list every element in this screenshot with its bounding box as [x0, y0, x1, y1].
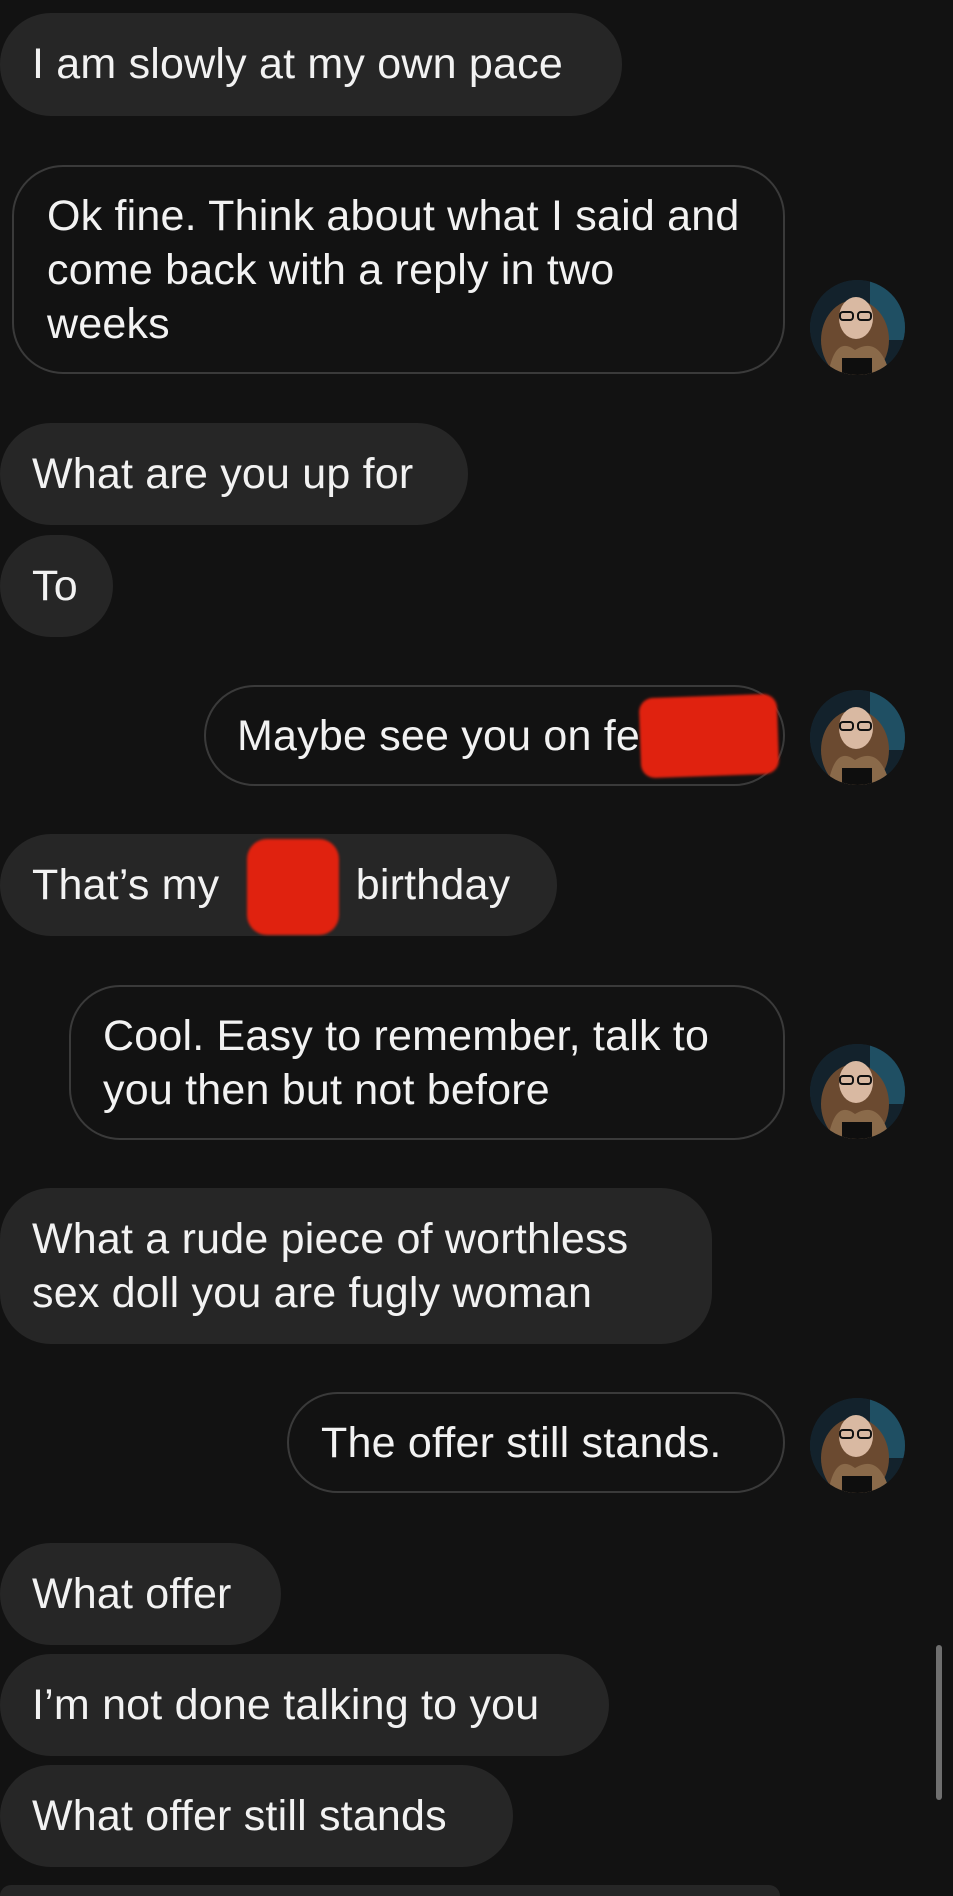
- incoming-message[interactable]: What offer still stands: [0, 1765, 513, 1867]
- scrollbar[interactable]: [936, 1645, 942, 1800]
- incoming-message[interactable]: To: [0, 535, 113, 637]
- outgoing-message[interactable]: The offer still stands.: [287, 1392, 785, 1493]
- message-text: I am slowly at my own pace: [32, 40, 563, 88]
- incoming-message[interactable]: What a rude piece of worthless sex doll …: [0, 1188, 712, 1344]
- message-text: What a rude piece of worthless sex doll …: [32, 1215, 629, 1317]
- message-text: Ok fine. Think about what I said and com…: [47, 192, 740, 348]
- avatar[interactable]: [810, 1398, 905, 1493]
- message-text: The offer still stands.: [321, 1419, 722, 1467]
- incoming-message[interactable]: What offer: [0, 1543, 281, 1645]
- message-text: Maybe see you on fe: [237, 712, 640, 760]
- avatar-photo-icon: [810, 1398, 905, 1493]
- message-text: To: [32, 562, 78, 610]
- incoming-message[interactable]: What are you up for: [0, 423, 468, 525]
- chat-thread[interactable]: I am slowly at my own pace Ok fine. Thin…: [0, 0, 953, 1896]
- avatar-photo-icon: [810, 1044, 905, 1139]
- message-text: What offer: [32, 1570, 232, 1618]
- redaction-mark: [247, 839, 339, 935]
- redaction-mark: [638, 693, 780, 779]
- message-text: What offer still stands: [32, 1792, 447, 1840]
- message-text-before: That’s my: [32, 861, 220, 909]
- avatar-photo-icon: [810, 280, 905, 375]
- message-text: What are you up for: [32, 450, 414, 498]
- outgoing-message[interactable]: Cool. Easy to remember, talk to you then…: [69, 985, 785, 1140]
- incoming-message[interactable]: I am slowly at my own pace: [0, 13, 622, 116]
- avatar-photo-icon: [810, 690, 905, 785]
- outgoing-message[interactable]: Ok fine. Think about what I said and com…: [12, 165, 785, 374]
- avatar[interactable]: [810, 1044, 905, 1139]
- avatar[interactable]: [810, 280, 905, 375]
- avatar[interactable]: [810, 690, 905, 785]
- message-text-after: birthday: [355, 861, 511, 909]
- incoming-message-partial[interactable]: [0, 1885, 780, 1896]
- incoming-message[interactable]: I’m not done talking to you: [0, 1654, 609, 1756]
- message-text: I’m not done talking to you: [32, 1681, 540, 1729]
- message-text: Cool. Easy to remember, talk to you then…: [103, 1012, 710, 1114]
